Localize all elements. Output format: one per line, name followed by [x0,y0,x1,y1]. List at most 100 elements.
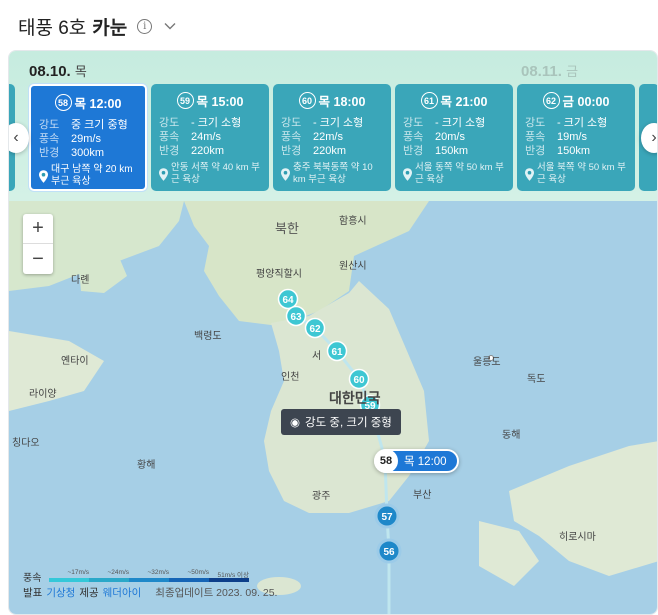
radius-label: 반경 [159,145,180,157]
label-east-sea: 동해 [502,430,521,441]
location-pin-icon [159,168,168,181]
location-pin-icon [525,168,534,181]
wind-label: 풍속 [39,133,60,145]
intensity-label: 강도 [281,117,302,129]
legend-swatch [89,578,129,582]
date-current: 08.10. 목 [29,63,87,80]
radius-value: 150km [557,145,591,157]
forecast-card[interactable]: 60 목 18:00 강도 - 크기 소형 풍속 22m/s 반경 220km 충주 북북동쪽 … [273,84,391,191]
chevron-down-icon[interactable] [164,20,176,32]
intensity-label: 강도 [39,119,60,131]
current-position-marker[interactable]: 58 목 12:00 [374,449,459,473]
typhoon-icon: ◉ [290,417,301,429]
label-baengnyeong: 백령도 [194,331,222,342]
label-gwangju: 광주 [312,491,331,502]
location-pin-icon [281,168,290,181]
card-head: 59 목 15:00 [159,91,261,110]
card-head: 58 목 12:00 [39,93,137,112]
map-canvas: 6463626160595756 [9,201,657,614]
legend-swatch [49,578,89,582]
forecast-card[interactable]: 58 목 12:00 강도 중 크기 중형 풍속 29m/s 반경 300km 대구 남쪽 약 … [29,84,147,191]
card-location: 서울 북쪽 약 50 km 부근 육상 [537,162,626,185]
card-location: 충주 북북동쪽 약 10 km 부근 육상 [293,162,373,185]
wind-value: 29m/s [71,133,101,145]
legend-bar [49,578,249,582]
typhoon-map[interactable]: 64 63 62 61 60 59 57 56 + − 북한 함흥시 평양직할시 원산시 다롄… [9,201,657,614]
radius-label: 반경 [39,147,60,159]
legend-swatch [209,578,249,582]
intensity-value: - 크기 소형 [313,117,364,129]
intensity-value: - 크기 소형 [435,117,486,129]
update-date: 최종업데이트 2023. 09. 25. [155,587,278,599]
location-pin-icon [403,168,412,181]
prev-arrow-button[interactable]: ‹ [9,123,29,153]
card-time: 목 18:00 [318,95,366,109]
label-seoul: 서 [312,351,322,362]
legend-swatch [169,578,209,582]
label-incheon: 인천 [281,372,300,383]
page-header: 태풍 6호 카눈 i [18,12,176,40]
provider-link[interactable]: 웨더아이 [103,585,142,600]
label-ulleung: 울릉도 [473,357,501,368]
label-korea: 대한민국 [329,390,381,406]
zoom-in-button[interactable]: + [23,214,53,244]
marker-number: 58 [374,449,398,473]
marker-time: 목 12:00 [404,456,447,468]
zoom-control: + − [23,214,53,274]
wind-value: 20m/s [435,131,465,143]
track-point-label: 57 [381,512,393,523]
forecast-card[interactable]: 62 금 00:00 강도 - 크기 소형 풍속 19m/s 반경 150km 서울 북쪽 약 … [517,84,635,191]
card-number: 61 [420,92,438,109]
info-icon[interactable]: i [137,18,153,34]
radius-label: 반경 [525,145,546,157]
label-dokdo: 독도 [527,374,546,385]
radius-value: 220km [191,145,225,157]
card-location: 안동 서쪽 약 40 km 부근 육상 [171,162,260,185]
footer-publisher: 발표 기상청 제공 웨더아이 최종업데이트 2023. 09. 25. [23,585,277,600]
label-yellow-sea: 황해 [137,460,156,471]
forecast-card[interactable]: 61 목 21:00 강도 - 크기 소형풍속 20m/s 반경 150km 서울 동쪽 약 … [395,84,513,191]
card-location: 서울 동쪽 약 50 km 부근 육상 [415,162,504,185]
card-time: 목 12:00 [74,97,122,111]
radius-value: 300km [71,147,105,159]
card-number: 62 [542,92,560,109]
track-point-label: 56 [383,547,395,558]
label-wonsan: 원산시 [339,261,367,272]
radius-value: 150km [435,145,469,157]
radius-label: 반경 [403,145,424,157]
label-hiroshima: 히로시마 [559,532,596,543]
forecast-card[interactable]: 59 목 15:00 강도 - 크기 소형 풍속 24m/s 반경 220km 안동 서쪽 약 … [151,84,269,191]
intensity-label: 강도 [403,117,424,129]
zoom-out-button[interactable]: − [23,244,53,274]
label-hamheung: 함흥시 [339,216,367,227]
card-location: 대구 남쪽 약 20 km 부근 육상 [51,164,133,187]
card-head: 61 목 21:00 [403,91,505,110]
card-head: 60 목 18:00 [281,91,383,110]
track-point-label: 62 [309,324,321,335]
date-next: 08.11. 금 [521,63,579,80]
wind-value: 19m/s [557,131,587,143]
label-qingdao: 칭다오 [12,438,40,449]
provide-label: 제공 [79,587,99,599]
card-number: 59 [176,92,194,109]
card-time: 금 00:00 [562,95,610,109]
label-pyongyang: 평양직할시 [256,269,302,280]
label-busan: 부산 [413,490,432,501]
location-pin-icon [39,170,48,183]
typhoon-panel: 08.10. 목 08.11. 금 58 목 12:00 강도 중 크기 중형 풍속 29… [8,50,658,615]
intensity-label: 강도 [525,117,546,129]
wind-value: 24m/s [191,131,221,143]
track-point-label: 64 [282,295,294,306]
wind-label: 풍속 [281,131,302,143]
intensity-tooltip: ◉ 강도 중, 크기 중형 [281,409,401,435]
label-north-korea: 북한 [275,221,299,236]
legend-title: 풍속 [23,573,42,584]
card-head: 62 금 00:00 [525,91,627,110]
label-laiyang: 라이양 [29,389,57,400]
card-number: 58 [54,94,72,111]
intensity-label: 강도 [159,117,180,129]
wind-label: 풍속 [403,131,424,143]
source-link[interactable]: 기상청 [46,585,75,600]
card-number: 60 [298,92,316,109]
wind-label: 풍속 [159,131,180,143]
